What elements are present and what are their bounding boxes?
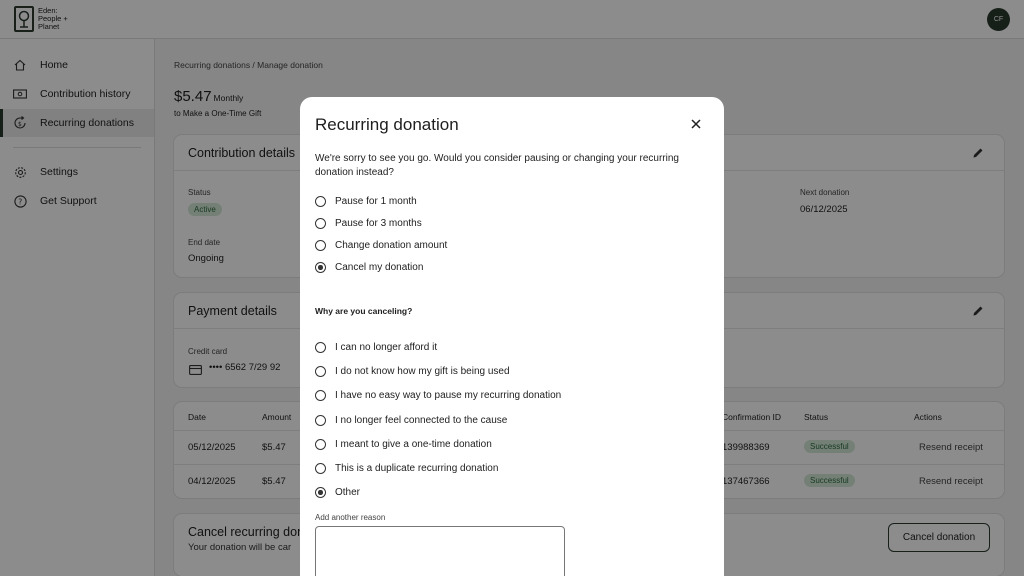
reason-label: I do not know how my gift is being used bbox=[335, 366, 510, 377]
reason-no-easy-pause[interactable]: I have no easy way to pause my recurring… bbox=[315, 390, 561, 401]
option-label: Pause for 3 months bbox=[335, 218, 422, 229]
reason-label: Other bbox=[335, 487, 361, 498]
add-reason-label: Add another reason bbox=[315, 513, 386, 522]
radio-button-selected[interactable] bbox=[315, 487, 326, 498]
reason-meant-one-time[interactable]: I meant to give a one-time donation bbox=[315, 439, 492, 450]
option-label: Pause for 1 month bbox=[335, 196, 417, 207]
option-change-amount[interactable]: Change donation amount bbox=[315, 240, 447, 251]
radio-button[interactable] bbox=[315, 390, 326, 401]
reason-label: I meant to give a one-time donation bbox=[335, 439, 492, 450]
reason-label: I no longer feel connected to the cause bbox=[335, 415, 508, 426]
reason-not-connected[interactable]: I no longer feel connected to the cause bbox=[315, 415, 507, 426]
reason-heading: Why are you canceling? bbox=[315, 306, 413, 316]
radio-button-selected[interactable] bbox=[315, 262, 326, 273]
radio-button[interactable] bbox=[315, 366, 326, 377]
reason-duplicate[interactable]: This is a duplicate recurring donation bbox=[315, 463, 498, 474]
recurring-donation-modal: Recurring donation We're sorry to see yo… bbox=[300, 97, 724, 576]
modal-message: We're sorry to see you go. Would you con… bbox=[315, 153, 679, 178]
radio-button[interactable] bbox=[315, 196, 326, 207]
option-pause-1-month[interactable]: Pause for 1 month bbox=[315, 196, 417, 207]
option-cancel-donation[interactable]: Cancel my donation bbox=[315, 262, 423, 273]
radio-button[interactable] bbox=[315, 415, 326, 426]
reason-label: I have no easy way to pause my recurring… bbox=[335, 390, 562, 401]
reason-gift-usage-unknown[interactable]: I do not know how my gift is being used bbox=[315, 366, 510, 377]
close-icon[interactable] bbox=[689, 117, 703, 131]
option-pause-3-months[interactable]: Pause for 3 months bbox=[315, 218, 422, 229]
radio-button[interactable] bbox=[315, 463, 326, 474]
reason-cannot-afford[interactable]: I can no longer afford it bbox=[315, 342, 437, 353]
radio-button[interactable] bbox=[315, 218, 326, 229]
option-label: Cancel my donation bbox=[335, 262, 424, 273]
reason-other[interactable]: Other bbox=[315, 487, 360, 498]
modal-title: Recurring donation bbox=[315, 115, 459, 134]
radio-button[interactable] bbox=[315, 342, 326, 353]
reason-label: This is a duplicate recurring donation bbox=[335, 463, 499, 474]
radio-button[interactable] bbox=[315, 439, 326, 450]
option-label: Change donation amount bbox=[335, 240, 448, 251]
radio-button[interactable] bbox=[315, 240, 326, 251]
add-reason-textarea[interactable] bbox=[315, 526, 565, 576]
reason-label: I can no longer afford it bbox=[335, 342, 438, 353]
